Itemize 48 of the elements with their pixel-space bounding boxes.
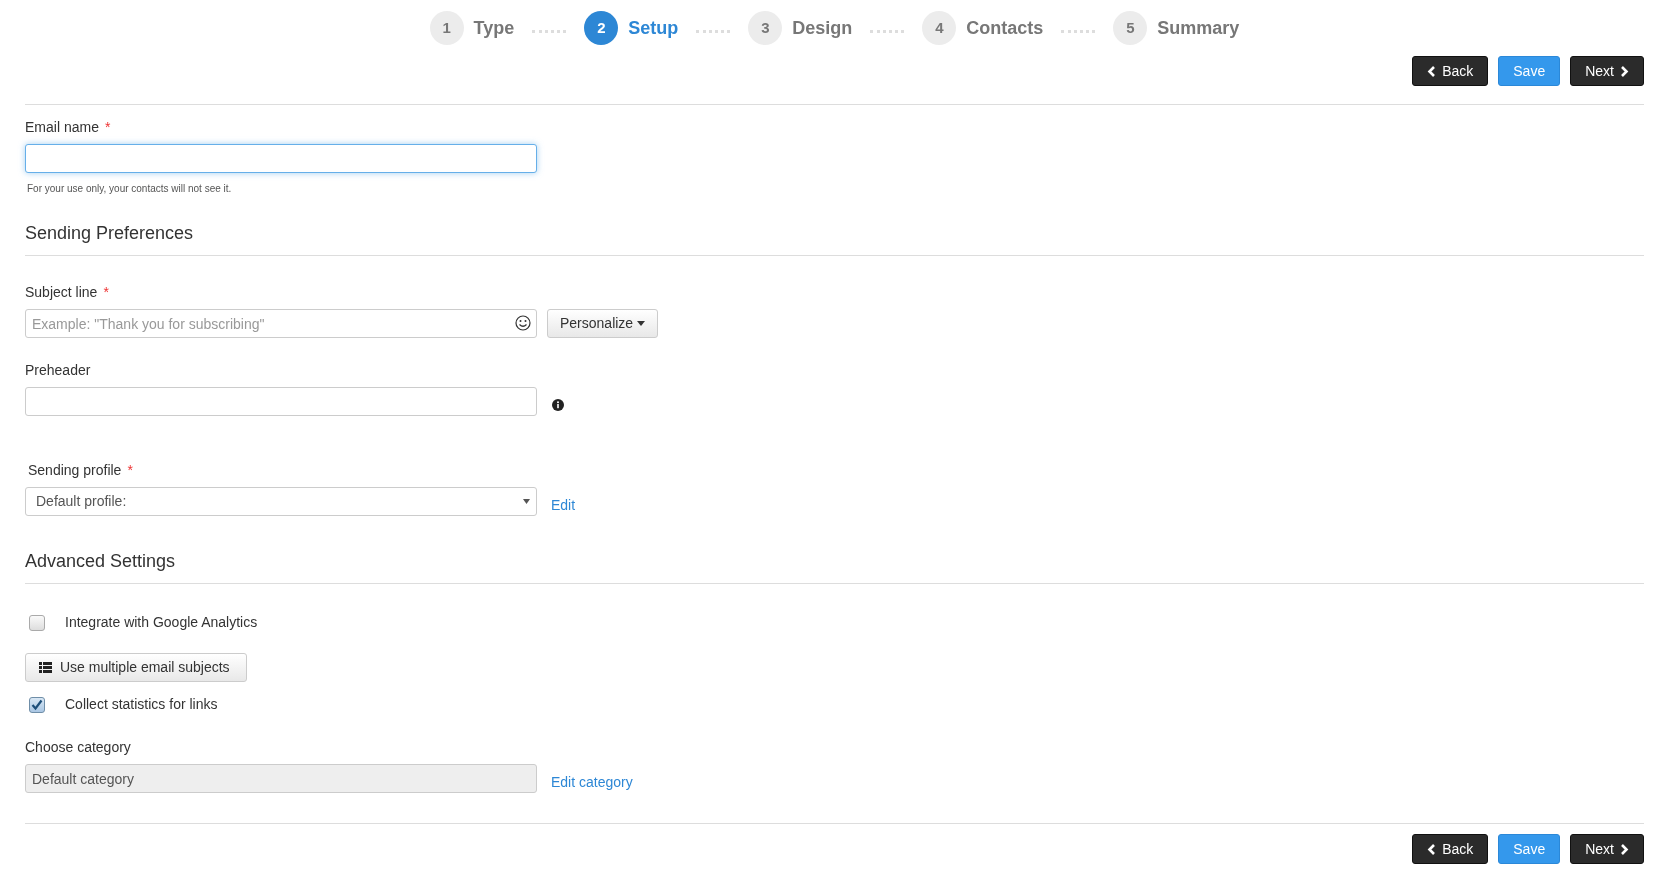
next-button[interactable]: Next bbox=[1570, 834, 1644, 864]
edit-link[interactable]: Edit bbox=[551, 495, 576, 516]
personalize-button[interactable]: Personalize bbox=[547, 309, 659, 338]
step-label[interactable]: Design bbox=[792, 14, 853, 42]
step-number[interactable]: 2 bbox=[584, 11, 619, 45]
checkbox-label: Integrate with Google Analytics bbox=[65, 613, 258, 632]
step-label[interactable]: Contacts bbox=[966, 14, 1044, 42]
save-button[interactable]: Save bbox=[1498, 834, 1561, 864]
field-label: Preheader bbox=[25, 361, 91, 380]
step-number[interactable]: 3 bbox=[748, 11, 783, 45]
step-number[interactable]: 1 bbox=[429, 11, 464, 45]
caret-icon bbox=[637, 321, 646, 326]
list-icon bbox=[39, 662, 52, 673]
field-label: Subject line * bbox=[25, 283, 109, 302]
category-field: Default category bbox=[25, 764, 537, 793]
info-icon bbox=[552, 398, 564, 411]
caret-icon bbox=[523, 499, 530, 504]
smiley-icon bbox=[515, 315, 531, 331]
checkbox-label: Collect statistics for links bbox=[65, 695, 218, 714]
save-button[interactable]: Save bbox=[1498, 56, 1561, 86]
sending-profile-select[interactable]: Default profile: bbox=[25, 487, 537, 516]
field-label: Email name * bbox=[25, 118, 111, 137]
chevron-right-icon bbox=[1620, 843, 1629, 855]
step-label[interactable]: Type bbox=[473, 14, 515, 42]
chevron-right-icon bbox=[1620, 65, 1629, 77]
step-label[interactable]: Setup bbox=[628, 14, 679, 42]
required-mark: * bbox=[104, 119, 111, 135]
field-label: Sending profile * bbox=[28, 461, 133, 480]
section-heading: Advanced Settings bbox=[25, 551, 176, 571]
help-text: For your use only, your contacts will not see it. bbox=[27, 182, 233, 196]
section-heading: Sending Preferences bbox=[25, 223, 194, 243]
field-label: Choose category bbox=[25, 738, 131, 757]
back-button[interactable]: Back bbox=[1412, 834, 1489, 864]
chevron-left-icon bbox=[1427, 843, 1437, 855]
back-button[interactable]: Back bbox=[1412, 56, 1489, 86]
required-mark: * bbox=[127, 462, 133, 478]
checkbox[interactable] bbox=[29, 614, 45, 631]
step-label[interactable]: Summary bbox=[1157, 14, 1240, 42]
next-button[interactable]: Next bbox=[1570, 56, 1644, 86]
email-name-field[interactable] bbox=[25, 144, 537, 173]
required-mark: * bbox=[103, 284, 109, 300]
checkbox[interactable] bbox=[29, 696, 45, 713]
multiple-subjects-button[interactable]: Use multiple email subjects bbox=[25, 653, 247, 682]
chevron-left-icon bbox=[1427, 65, 1437, 77]
preheader-field[interactable] bbox=[25, 387, 537, 416]
step-number[interactable]: 4 bbox=[922, 11, 957, 45]
step-number[interactable]: 5 bbox=[1113, 11, 1148, 45]
subject-line-field[interactable]: Example: "Thank you for subscribing" bbox=[25, 309, 537, 338]
